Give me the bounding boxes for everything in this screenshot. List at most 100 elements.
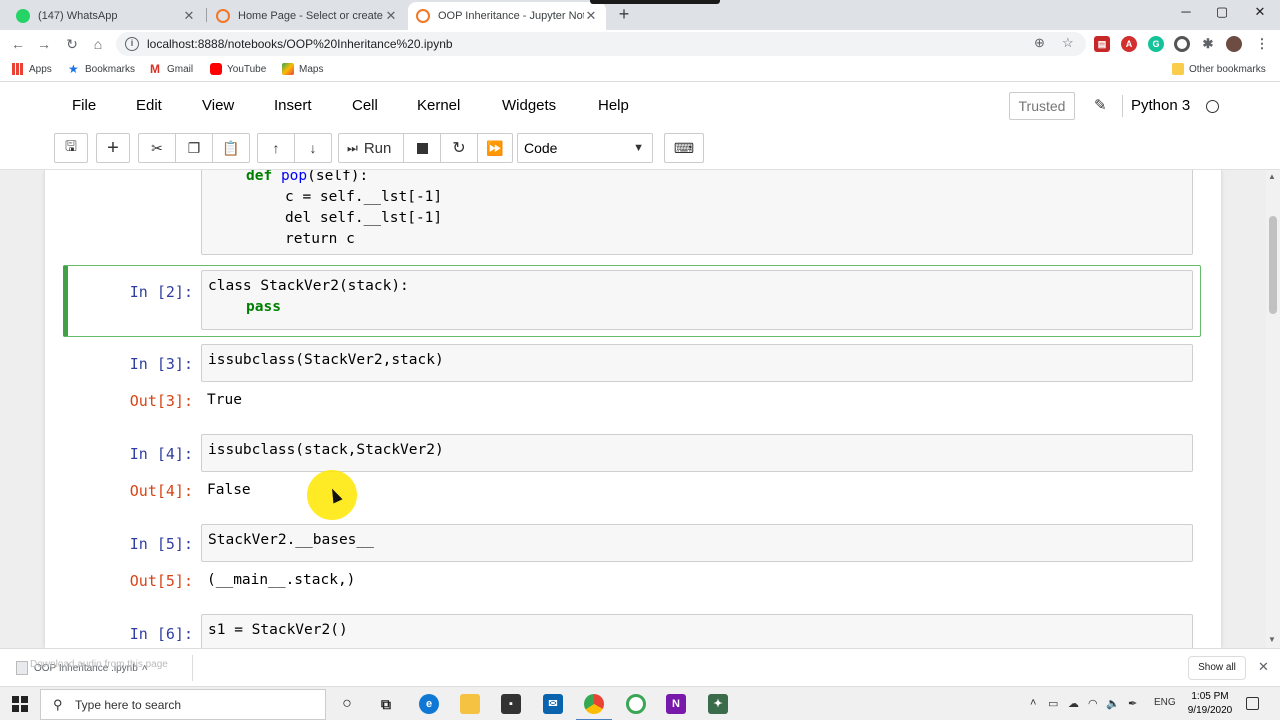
mail-icon[interactable]: ✉ [543,694,563,714]
windows-start-icon[interactable] [12,696,28,712]
grammarly-icon[interactable]: G [1148,36,1164,52]
cell-type-select[interactable]: Code ▼ [517,133,653,163]
code-cell[interactable]: In [6]: s1 = StackVer2() [65,614,1201,648]
code-line: del self.__lst[-1] [285,210,443,226]
bookmark-gmail[interactable]: M Gmail [150,63,193,75]
arrow-up-icon: ↑ [272,140,280,156]
code-cell[interactable]: In [4]: issubclass(stack,StackVer2) Out[… [65,434,1201,516]
bookmark-maps[interactable]: Maps [282,63,323,75]
bookmark-youtube[interactable]: YouTube [210,63,266,75]
menu-insert[interactable]: Insert [274,97,312,114]
pen-icon[interactable]: ✒ [1128,697,1137,710]
onenote-icon[interactable]: N [666,694,686,714]
bookmark-bookmarks[interactable]: ★ Bookmarks [68,63,135,75]
code-cell-selected[interactable]: In [2]: class StackVer2(stack): pass [63,265,1201,337]
command-palette-button[interactable]: ⌨ [664,133,704,163]
save-button[interactable]: 🖫 [54,133,88,163]
chrome-icon[interactable] [576,694,612,720]
omnibox[interactable]: i localhost:8888/notebooks/OOP%20Inherit… [116,32,1086,56]
info-icon[interactable]: i [125,37,139,51]
code-input[interactable]: StackVer2.__bases__ [201,524,1193,562]
move-up-button[interactable]: ↑ [257,133,295,163]
code-cell[interactable]: In [5]: StackVer2.__bases__ Out[5]: (__m… [65,524,1201,606]
edge-icon[interactable]: e [419,694,439,714]
url-text[interactable]: localhost:8888/notebooks/OOP%20Inheritan… [147,37,453,51]
bookmark-other[interactable]: Other bookmarks [1172,63,1266,75]
menu-edit[interactable]: Edit [136,97,162,114]
puzzle-icon[interactable]: ✱ [1200,36,1216,52]
menu-widgets[interactable]: Widgets [502,97,556,114]
paste-button[interactable]: 📋 [212,133,250,163]
store-icon[interactable]: ▪ [501,694,521,714]
taskbar-clock[interactable]: 1:05 PM 9/19/2020 [1182,690,1238,718]
scrollbar-thumb[interactable] [1269,216,1277,314]
code-input[interactable]: def pop(self): c = self.__lst[-1] del se… [201,170,1193,255]
code-cell[interactable]: def pop(self): c = self.__lst[-1] del se… [65,170,1201,256]
back-icon[interactable]: ← [8,34,28,54]
insert-cell-button[interactable]: + [96,133,130,163]
show-all-button[interactable]: Show all [1188,656,1246,680]
cell-type-value: Code [524,140,558,156]
menu-cell[interactable]: Cell [352,97,378,114]
close-icon[interactable]: ✕ [584,8,598,24]
move-down-button[interactable]: ↓ [294,133,332,163]
bookmark-star-icon[interactable]: ☆ [1062,35,1074,51]
menu-kernel[interactable]: Kernel [417,97,460,114]
interrupt-button[interactable] [403,133,441,163]
tab-whatsapp[interactable]: (147) WhatsApp ✕ [8,2,204,30]
scroll-up-icon[interactable]: ▲ [1268,172,1276,181]
extension-icon[interactable]: ▤ [1094,36,1110,52]
page-scrollbar[interactable]: ▲ ▼ [1266,170,1280,648]
minimize-icon[interactable]: ─ [1176,4,1196,19]
close-window-icon[interactable]: ✕ [1250,4,1270,20]
menu-file[interactable]: File [72,97,96,114]
zoom-icon[interactable]: ⊕ [1034,35,1045,51]
code-input[interactable]: class StackVer2(stack): pass [201,270,1193,330]
tray-chevron-icon[interactable]: ˄ [1030,697,1036,709]
run-button[interactable]: ⏭ Run [338,133,404,163]
adblock-icon[interactable]: A [1121,36,1137,52]
onedrive-icon[interactable]: ☁ [1068,697,1079,710]
search-icon: ⚲ [53,696,63,712]
pencil-icon[interactable]: ✎ [1094,96,1107,114]
language-indicator[interactable]: ENG [1154,697,1176,708]
code-input[interactable]: issubclass(stack,StackVer2) [201,434,1193,472]
home-icon[interactable]: ⌂ [88,34,108,54]
cut-button[interactable]: ✂ [138,133,176,163]
volume-icon[interactable]: 🔈 [1106,697,1120,710]
wifi-icon[interactable]: ◠ [1088,697,1098,710]
code-input[interactable]: s1 = StackVer2() [201,614,1193,648]
forward-icon[interactable]: → [34,34,54,54]
avatar[interactable] [1226,36,1242,52]
sync-app-icon[interactable] [626,694,646,714]
close-icon[interactable]: ✕ [1258,659,1269,675]
restart-run-all-button[interactable]: ⏩ [477,133,513,163]
file-explorer-icon[interactable] [460,694,480,714]
taskbar-search[interactable]: ⚲ Type here to search [40,689,326,720]
close-icon[interactable]: ✕ [182,8,196,24]
search-placeholder: Type here to search [75,697,182,712]
menu-help[interactable]: Help [598,97,629,114]
more-menu-icon[interactable]: ⋮ [1254,36,1270,52]
menu-view[interactable]: View [202,97,234,114]
close-icon[interactable]: ✕ [384,8,398,24]
code-input[interactable]: issubclass(StackVer2,stack) [201,344,1193,382]
code-cell[interactable]: In [3]: issubclass(StackVer2,stack) Out[… [65,344,1201,426]
tab-jupyter-home[interactable]: Home Page - Select or create a n ✕ [208,2,406,30]
bookmark-apps[interactable]: Apps [12,63,52,75]
tab-oop-inheritance[interactable]: OOP Inheritance - Jupyter Noteb ✕ [408,2,606,30]
kernel-name[interactable]: Python 3 [1131,97,1190,114]
new-tab-button[interactable]: + [614,4,634,24]
notification-icon[interactable] [1246,697,1259,710]
scroll-down-icon[interactable]: ▼ [1268,635,1276,644]
cortana-icon[interactable]: ○ [337,694,357,714]
trusted-indicator[interactable]: Trusted [1009,92,1075,120]
app-icon[interactable]: ✦ [708,694,728,714]
extension-circle-icon[interactable] [1174,36,1190,52]
tray-app-icon[interactable]: ▭ [1048,697,1058,710]
reload-icon[interactable]: ↻ [62,34,82,54]
task-view-icon[interactable]: ⧉ [376,694,396,714]
restart-button[interactable]: ↻ [440,133,478,163]
maximize-icon[interactable]: ▢ [1212,4,1232,20]
copy-button[interactable]: ❐ [175,133,213,163]
